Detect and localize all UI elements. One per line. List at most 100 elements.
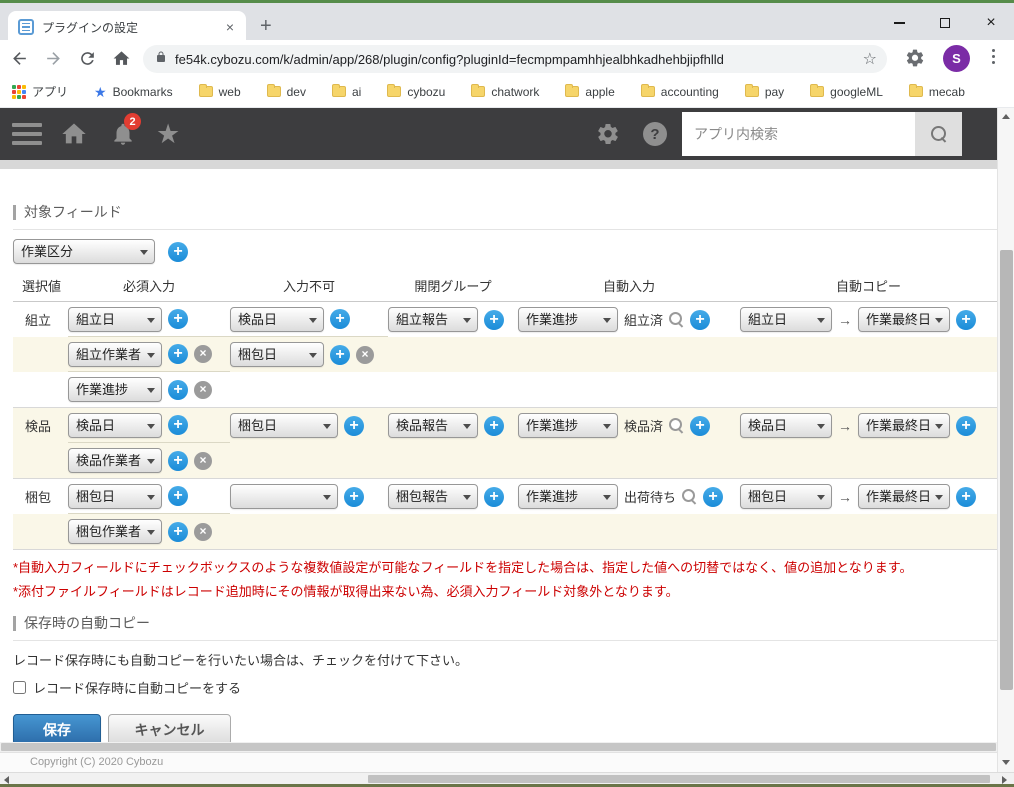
reload-icon[interactable] [72, 43, 102, 73]
copy-to-dropdown[interactable]: 作業最終日 [858, 413, 950, 438]
add-icon[interactable]: + [484, 487, 504, 507]
remove-icon[interactable]: × [194, 452, 212, 470]
bookmark-item[interactable]: apple [565, 85, 614, 99]
add-field-button[interactable]: + [168, 242, 188, 262]
scroll-left-icon[interactable] [4, 776, 9, 784]
app-search-button[interactable] [915, 112, 962, 156]
vertical-scrollbar-thumb[interactable] [1000, 250, 1013, 690]
add-icon[interactable]: + [690, 310, 710, 330]
bookmark-item[interactable]: cybozu [387, 85, 445, 99]
settings-gear-icon[interactable] [596, 122, 620, 151]
remove-icon[interactable]: × [356, 346, 374, 364]
bookmark-item[interactable]: pay [745, 85, 784, 99]
help-icon[interactable]: ? [643, 122, 667, 146]
add-icon[interactable]: + [330, 345, 350, 365]
add-icon[interactable]: + [168, 451, 188, 471]
inner-horizontal-scrollbar[interactable] [0, 742, 997, 752]
add-icon[interactable]: + [484, 416, 504, 436]
home-icon[interactable] [106, 43, 136, 73]
copy-from-dropdown[interactable]: 梱包日 [740, 484, 832, 509]
cancel-button[interactable]: キャンセル [108, 714, 231, 742]
bookmark-item[interactable]: mecab [909, 85, 965, 99]
add-icon[interactable]: + [168, 344, 188, 364]
add-icon[interactable]: + [330, 309, 350, 329]
add-icon[interactable]: + [956, 416, 976, 436]
window-maximize-button[interactable] [922, 6, 968, 40]
scroll-down-icon[interactable] [1002, 760, 1010, 765]
forward-icon[interactable] [38, 43, 68, 73]
browser-menu-icon[interactable] [992, 49, 995, 64]
app-home-icon[interactable] [60, 120, 88, 153]
vertical-scrollbar[interactable] [997, 108, 1014, 772]
bookmark-item[interactable]: web [199, 85, 241, 99]
window-minimize-button[interactable] [876, 6, 922, 40]
scroll-up-icon[interactable] [1002, 114, 1010, 119]
horizontal-scrollbar-thumb[interactable] [368, 775, 990, 783]
required-field-dropdown[interactable]: 組立日 [68, 307, 162, 332]
auto-input-field-dropdown[interactable]: 作業進捗 [518, 413, 618, 438]
add-icon[interactable]: + [344, 487, 364, 507]
lookup-icon[interactable] [682, 489, 697, 504]
new-tab-button[interactable]: + [260, 16, 272, 36]
browser-tab[interactable]: プラグインの設定 × [8, 11, 246, 43]
add-icon[interactable]: + [484, 310, 504, 330]
auto-input-field-dropdown[interactable]: 作業進捗 [518, 307, 618, 332]
remove-icon[interactable]: × [194, 345, 212, 363]
no-input-field-dropdown[interactable]: 梱包日 [230, 413, 338, 438]
hamburger-menu-icon[interactable] [12, 123, 42, 145]
save-button[interactable]: 保存 [13, 714, 101, 742]
bookmark-item[interactable]: dev [267, 85, 306, 99]
copy-from-dropdown[interactable]: 組立日 [740, 307, 832, 332]
bookmark-star-icon[interactable]: ☆ [863, 49, 877, 69]
required-field-dropdown[interactable]: 梱包日 [68, 484, 162, 509]
profile-avatar[interactable]: S [943, 45, 970, 72]
required-field-dropdown[interactable]: 梱包作業者 [68, 519, 162, 544]
scroll-right-icon[interactable] [1002, 776, 1007, 784]
required-field-dropdown[interactable]: 作業進捗 [68, 377, 162, 402]
folder-icon [745, 86, 759, 97]
add-icon[interactable]: + [344, 416, 364, 436]
add-icon[interactable]: + [690, 416, 710, 436]
lookup-icon[interactable] [669, 418, 684, 433]
remove-icon[interactable]: × [194, 523, 212, 541]
lookup-icon[interactable] [669, 312, 684, 327]
favorites-star-icon[interactable]: ★ [156, 118, 180, 150]
add-icon[interactable]: + [168, 380, 188, 400]
no-input-field-dropdown[interactable] [230, 484, 338, 509]
field-selector-dropdown[interactable]: 作業区分 [13, 239, 155, 264]
add-icon[interactable]: + [703, 487, 723, 507]
add-icon[interactable]: + [168, 309, 188, 329]
bookmark-item[interactable]: ★Bookmarks [94, 85, 173, 99]
extension-gear-icon[interactable] [905, 48, 925, 73]
address-bar[interactable]: fe54k.cybozu.com/k/admin/app/268/plugin/… [143, 45, 887, 73]
window-close-button[interactable]: × [968, 6, 1014, 40]
copy-to-dropdown[interactable]: 作業最終日 [858, 484, 950, 509]
no-input-field-dropdown[interactable]: 梱包日 [230, 342, 324, 367]
app-search-input[interactable] [682, 112, 915, 156]
bookmark-item[interactable]: googleML [810, 85, 883, 99]
bookmark-item[interactable]: ai [332, 85, 361, 99]
add-icon[interactable]: + [956, 487, 976, 507]
add-icon[interactable]: + [168, 415, 188, 435]
tab-close-icon[interactable]: × [222, 19, 238, 35]
bookmark-item[interactable]: アプリ [12, 83, 68, 100]
remove-icon[interactable]: × [194, 381, 212, 399]
group-field-dropdown[interactable]: 検品報告 [388, 413, 478, 438]
copy-to-dropdown[interactable]: 作業最終日 [858, 307, 950, 332]
no-input-field-dropdown[interactable]: 検品日 [230, 307, 324, 332]
back-icon[interactable] [4, 43, 34, 73]
required-field-dropdown[interactable]: 組立作業者 [68, 342, 162, 367]
required-field-dropdown[interactable]: 検品日 [68, 413, 162, 438]
bookmark-item[interactable]: accounting [641, 85, 719, 99]
required-field-dropdown[interactable]: 検品作業者 [68, 448, 162, 473]
copy-from-dropdown[interactable]: 検品日 [740, 413, 832, 438]
add-icon[interactable]: + [168, 522, 188, 542]
group-field-dropdown[interactable]: 梱包報告 [388, 484, 478, 509]
horizontal-scrollbar[interactable] [0, 772, 1014, 784]
bookmark-item[interactable]: chatwork [471, 85, 539, 99]
add-icon[interactable]: + [956, 310, 976, 330]
auto-input-field-dropdown[interactable]: 作業進捗 [518, 484, 618, 509]
add-icon[interactable]: + [168, 486, 188, 506]
save-copy-checkbox[interactable] [13, 681, 26, 694]
group-field-dropdown[interactable]: 組立報告 [388, 307, 478, 332]
